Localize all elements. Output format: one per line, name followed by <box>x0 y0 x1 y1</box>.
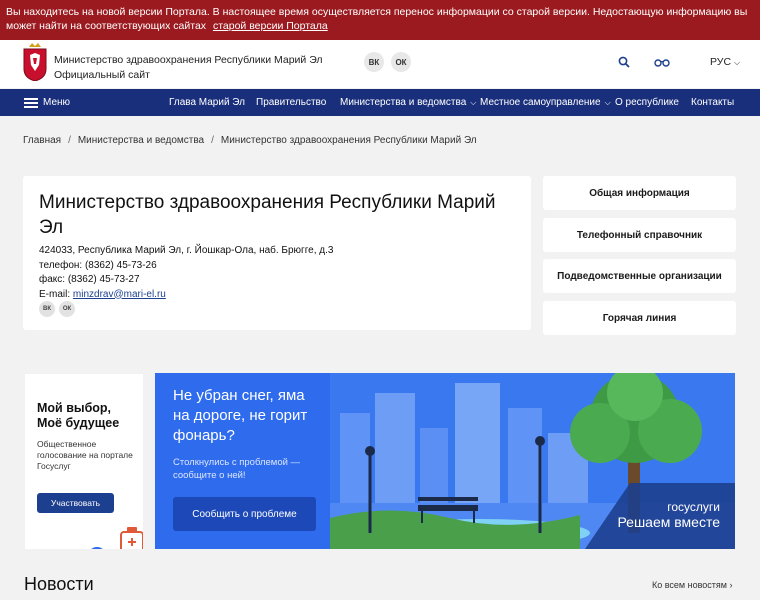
breadcrumb-separator: / <box>211 135 214 146</box>
page-title: Министерство здравоохранения Республики … <box>39 192 496 238</box>
nav-item-head[interactable]: Глава Марий Эл <box>169 97 245 108</box>
language-selector[interactable]: РУС ⌵ <box>710 56 740 68</box>
site-title[interactable]: Министерство здравоохранения Республики … <box>54 53 323 83</box>
menu-button[interactable]: Меню <box>43 97 70 108</box>
migration-notice: Вы находитесь на новой версии Портала. В… <box>0 0 760 40</box>
accessibility-glasses-icon[interactable] <box>654 57 670 67</box>
gosuslugi-brand: госуслуги Решаем вместе <box>616 500 720 530</box>
official-site-label: Официальный сайт <box>54 69 150 81</box>
gosuslugi-logo-text: госуслуги <box>667 500 720 514</box>
side-link-phone-directory[interactable]: Телефонный справочник <box>543 218 736 252</box>
ok-icon[interactable]: ОК <box>59 301 75 317</box>
main-nav: Меню Глава Марий Эл Правительство Минист… <box>0 89 760 116</box>
coat-of-arms-logo[interactable] <box>23 43 47 81</box>
vote-title-line2: Моё будущее <box>37 416 120 430</box>
nav-item-contacts[interactable]: Контакты <box>691 97 734 108</box>
ballot-illustration-icon <box>91 527 143 549</box>
notice-text: Вы находитесь на новой версии Портала. В… <box>6 6 748 32</box>
org-contacts: 424033, Республика Марий Эл, г. Йошкар-О… <box>39 244 333 302</box>
org-phone: телефон: (8362) 45-73-26 <box>39 259 157 271</box>
vote-title-line1: Мой выбор, <box>37 401 112 415</box>
participate-button[interactable]: Участвовать <box>37 493 114 513</box>
vote-desc-line2: голосование на портале <box>37 450 133 460</box>
old-portal-link[interactable]: старой версии Портала <box>213 20 328 32</box>
banner-subtext-line2: сообщите о ней! <box>173 470 246 481</box>
banner-question-line1: Не убран снег, яма <box>173 387 305 404</box>
vk-icon[interactable]: ВК <box>39 301 55 317</box>
gosuslugi-slogan: Решаем вместе <box>617 514 720 530</box>
vote-title: Мой выбор, Моё будущее <box>37 401 119 431</box>
breadcrumb-separator: / <box>68 135 71 146</box>
chevron-right-icon: › <box>729 580 733 590</box>
org-address: 424033, Республика Марий Эл, г. Йошкар-О… <box>39 245 334 256</box>
vote-desc-line1: Общественное <box>37 439 97 449</box>
banner-question: Не убран снег, яма на дороге, не горит ф… <box>173 386 307 446</box>
chevron-down-icon: ⌵ <box>470 98 477 107</box>
news-heading: Новости <box>24 574 94 594</box>
nav-item-local-gov-label: Местное самоуправление <box>480 97 601 108</box>
breadcrumb-ministries[interactable]: Министерства и ведомства <box>78 135 204 146</box>
chevron-down-icon: ⌵ <box>604 98 611 107</box>
chevron-down-icon: ⌵ <box>733 58 741 67</box>
nav-item-local-gov[interactable]: Местное самоуправление ⌵ <box>480 97 611 108</box>
email-label: E-mail: <box>39 288 71 300</box>
ok-icon[interactable]: ОК <box>391 52 411 72</box>
side-link-subordinate-orgs[interactable]: Подведомственные организации <box>543 259 736 293</box>
org-email-row: E-mail: minzdrav@mari-el.ru <box>39 288 333 303</box>
banner-subtext-line1: Столкнулись с проблемой — <box>173 457 301 468</box>
banner-question-line2: на дороге, не горит <box>173 407 308 424</box>
menu-hamburger-icon[interactable] <box>24 98 38 108</box>
language-label: РУС <box>710 56 732 68</box>
org-info-card: Министерство здравоохранения Республики … <box>23 176 531 330</box>
breadcrumb: Главная / Министерства и ведомства / Министе… <box>23 135 477 146</box>
org-fax: факс: (8362) 45-73-27 <box>39 274 140 285</box>
breadcrumb-home[interactable]: Главная <box>23 135 61 146</box>
vote-desc-line3: Госуслуг <box>37 461 71 471</box>
side-link-hotline[interactable]: Горячая линия <box>543 301 736 335</box>
email-link[interactable]: minzdrav@mari-el.ru <box>73 289 166 300</box>
nav-item-ministries-label: Министерства и ведомства <box>340 97 467 108</box>
side-link-general-info[interactable]: Общая информация <box>543 176 736 210</box>
nav-item-ministries[interactable]: Министерства и ведомства ⌵ <box>340 97 476 108</box>
vk-icon[interactable]: ВК <box>364 52 384 72</box>
report-problem-button[interactable]: Сообщить о проблеме <box>173 497 316 531</box>
ministry-name: Министерство здравоохранения Республики … <box>54 54 323 66</box>
banner-subtext: Столкнулись с проблемой — сообщите о ней… <box>173 456 300 482</box>
search-icon[interactable] <box>618 56 630 68</box>
breadcrumb-current: Министерство здравоохранения Республики … <box>220 135 477 146</box>
nav-item-government[interactable]: Правительство <box>256 97 326 108</box>
vote-description: Общественное голосование на портале Госу… <box>37 439 133 472</box>
nav-item-about[interactable]: О республике <box>615 97 679 108</box>
all-news-label: Ко всем новостям <box>652 580 727 590</box>
all-news-link[interactable]: Ко всем новостям › <box>652 580 732 590</box>
vote-widget: Мой выбор, Моё будущее Общественное голо… <box>25 374 143 549</box>
banner-question-line3: фонарь? <box>173 427 235 444</box>
